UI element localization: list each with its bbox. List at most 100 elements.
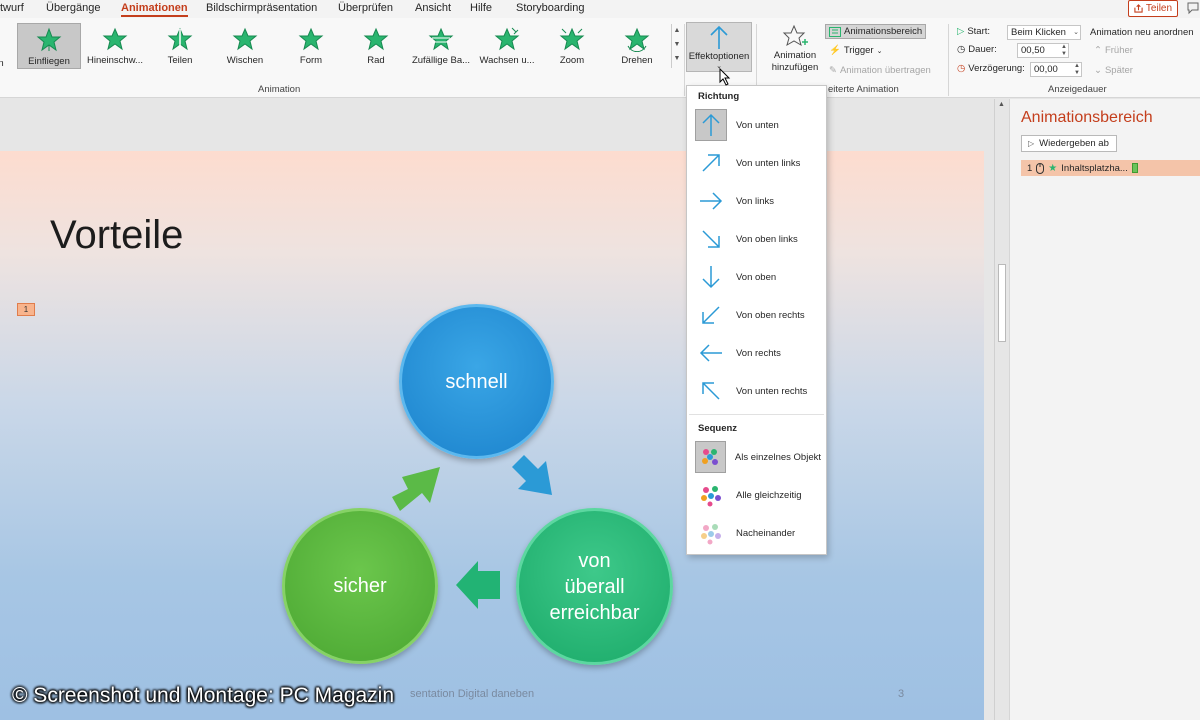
direction-label: Von oben rechts [736,309,805,321]
animation-pane-label: Animationsbereich [844,26,923,37]
move-earlier-button[interactable]: ⌃ Früher [1094,45,1133,56]
animation-pane-icon [829,26,841,37]
gallery-item-wachsen[interactable]: Wachsen u... [475,23,539,69]
cycle-arrow-blue[interactable] [508,453,562,503]
direction-von-links[interactable]: Von links [695,184,821,218]
effect-options-button[interactable]: Effektoptionen ⌄ [686,22,752,72]
direction-von-unten-rechts[interactable]: Von unten rechts [695,374,821,408]
scroll-up-icon[interactable]: ▲ [998,101,1005,108]
animation-painter-button[interactable]: ✎ Animation übertragen [829,65,931,76]
gallery-item-wischen[interactable]: Wischen [213,23,277,69]
circle-text-line: erreichbar [549,601,640,624]
gallery-item-teilen[interactable]: Teilen [148,23,212,69]
tab-hilfe[interactable]: Hilfe [470,2,492,14]
direction-von-oben-rechts[interactable]: Von oben rechts [695,298,821,332]
gallery-scroll[interactable]: ▲ ▼ ▼ [671,24,682,68]
ribbon: n Einfliegen Hineinschw... Teilen Wische… [0,18,1200,98]
sequence-alle-gleichzeitig[interactable]: Alle gleichzeitig [695,478,821,512]
comment-icon[interactable] [1186,1,1200,15]
gallery-item-einfliegen[interactable]: Einfliegen [17,23,81,69]
move-earlier-label: Früher [1104,45,1133,56]
tab-ueberpruefen[interactable]: Überprüfen [338,2,393,14]
tab-entwurf[interactable]: twurf [0,2,24,14]
gallery-item-form[interactable]: Form [279,23,343,69]
star-random-bars-icon [428,27,454,51]
circle-text: schnell [445,370,508,393]
direction-header: Richtung [698,91,740,102]
direction-von-rechts[interactable]: Von rechts [695,336,821,370]
gallery-item-zufaellige-balken[interactable]: Zufällige Ba... [409,23,473,69]
direction-von-oben[interactable]: Von oben [695,260,821,294]
delay-stepper[interactable]: 00,00 ▲ ▼ [1030,62,1082,77]
cycle-arrow-teal[interactable] [454,559,502,611]
duration-field-label: ◷ Dauer: [957,44,997,55]
direction-von-oben-links[interactable]: Von oben links [695,222,821,256]
brush-icon: ✎ [829,65,837,76]
play-from-button[interactable]: ▷ Wiedergeben ab [1021,135,1117,152]
slide-title[interactable]: Vorteile [50,213,183,258]
play-icon: ▷ [1028,139,1035,148]
start-select[interactable]: Beim Klicken ⌄ [1007,25,1081,40]
gallery-item-zoom[interactable]: Zoom [540,23,604,69]
star-grow-icon [494,27,520,51]
tab-uebergaenge[interactable]: Übergänge [46,2,100,14]
tab-animationen[interactable]: Animationen [121,2,188,17]
gallery-item-label: Hineinschw... [87,55,143,66]
cycle-arrow-green[interactable] [392,463,444,513]
star-float-icon [102,27,128,51]
tab-bildschirmpraesentation[interactable]: Bildschirmpräsentation [206,2,317,14]
fly-in-star-icon: ★ [1048,162,1058,174]
scrollbar-thumb[interactable] [998,264,1006,342]
slide-number[interactable]: 3 [898,688,904,700]
animation-list-item[interactable]: 1 ★ Inhaltsplatzha... [1021,160,1200,176]
animation-pane-button[interactable]: Animationsbereich [825,24,927,39]
duration-label: Dauer: [968,44,997,55]
direction-von-unten-links[interactable]: Von unten links [695,146,821,180]
stepper-arrows-icon[interactable]: ▲ ▼ [1074,63,1080,76]
stepper-arrows-icon[interactable]: ▲ ▼ [1061,44,1067,57]
sequence-label: Nacheinander [736,527,796,539]
delay-value: 00,00 [1034,64,1058,75]
tab-ansicht[interactable]: Ansicht [415,2,451,14]
circle-text: sicher [333,575,387,597]
gallery-item-hineinschweben[interactable]: Hineinschw... [83,23,147,69]
star-zoom-icon [559,27,585,51]
star-wheel-icon [363,27,389,51]
clock-icon: ◷ [957,44,966,55]
add-animation-button[interactable]: Animation hinzufügen [762,24,828,80]
gallery-item-rad[interactable]: Rad [344,23,408,69]
animation-pane-title: Animationsbereich [1021,109,1153,126]
circle-von-ueberall-erreichbar[interactable]: von überall erreichbar [516,508,673,665]
move-later-button[interactable]: ⌄ Später [1094,65,1133,76]
arrow-right-icon [695,185,727,217]
all-at-once-dots-icon [695,479,727,511]
circle-sicher[interactable]: sicher [282,508,438,664]
gallery-item-label: Teilen [167,55,193,66]
animation-order-tag[interactable]: 1 [17,303,35,316]
effect-options-label: Effektoptionen [688,51,750,62]
gallery-item-drehen[interactable]: Drehen [605,23,669,69]
gallery-scroll-up-icon[interactable]: ▲ [672,24,682,38]
sequence-nacheinander[interactable]: Nacheinander [695,516,821,550]
slide[interactable]: Vorteile 1 schnell sicher von überall er… [0,151,984,720]
slide-footer[interactable]: sentation Digital daneben [410,688,534,700]
lightning-icon: ⚡ [829,45,841,56]
gallery-item-label: Drehen [621,55,653,66]
duration-stepper[interactable]: 00,50 ▲ ▼ [1017,43,1069,58]
gallery-scroll-down-icon[interactable]: ▼ [672,38,682,52]
gallery-more-icon[interactable]: ▼ [672,52,682,66]
share-button[interactable]: Teilen [1128,0,1178,17]
watermark: © Screenshot und Montage: PC Magazin [12,684,395,707]
circle-schnell[interactable]: schnell [399,304,554,459]
sequence-als-einzelnes-objekt[interactable]: Als einzelnes Objekt [695,440,821,474]
tab-storyboarding[interactable]: Storyboarding [516,2,585,14]
share-label: Teilen [1145,3,1173,14]
direction-von-unten[interactable]: Von unten [695,108,821,142]
start-value: Beim Klicken [1011,27,1066,38]
gallery-item-partial[interactable]: n [0,23,12,69]
gallery-item-label: Form [299,55,323,66]
trigger-button[interactable]: ⚡ Trigger ⌄ [829,45,882,56]
vertical-scrollbar[interactable]: ▲ [994,99,1008,720]
start-field-label: ▷ Start: [957,26,990,37]
effect-options-dropdown: Richtung Von unten Von unten links Von l… [686,85,827,555]
